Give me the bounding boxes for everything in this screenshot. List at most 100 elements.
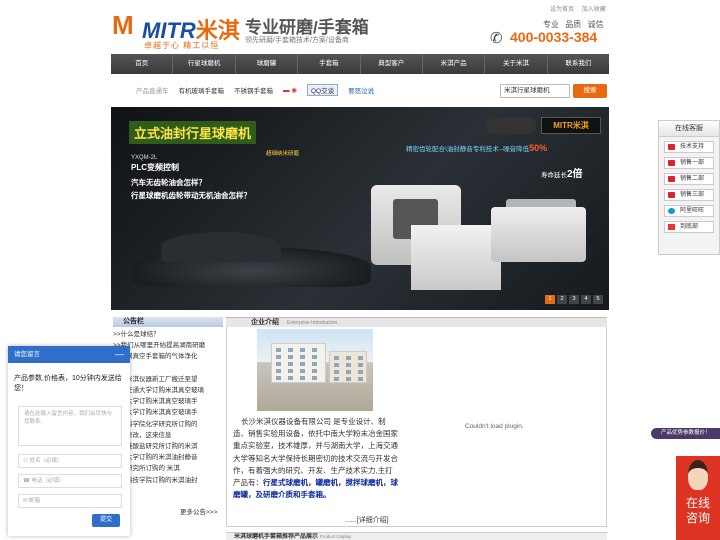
building-window [276,376,281,380]
service-to-bottom[interactable]: 到底部 [664,221,714,233]
chat-title: 请您留言 [14,351,40,358]
logo-slogan: 卓越于心 精工以恒 [144,41,220,50]
chat-email-input[interactable]: ✉ 邮箱 [18,494,122,508]
banner-page-4[interactable]: 4 [581,295,591,304]
online-line-1: 在线 [685,496,710,510]
service-aliwangwang[interactable]: 阿里旺旺 [664,205,714,217]
online-service-panel: 在线客服 技术支持 销售一部 销售二部 销售三部 阿里旺旺 到底部 [658,120,720,255]
chat-phone-placeholder: 电话（必填） [31,478,65,484]
banner-title: 立式油封行星球磨机 [129,121,257,144]
product-display-sub: Product Display [319,534,352,539]
minimize-icon[interactable]: — [115,346,124,363]
building-window [346,377,351,381]
intro-heading-text: 企业介绍 [251,319,279,326]
building-window [276,355,281,359]
mill-machine-base-image [411,225,501,290]
banner-slogan-pct: 50% [529,143,548,153]
nav-about[interactable]: 关于米淇 [485,54,548,74]
service-tech-support[interactable]: 技术支持 [664,141,714,153]
building-window [300,369,305,373]
arrow-down-icon [668,224,675,230]
building-window [346,363,351,367]
announcement-more-link[interactable]: 更多公告>>> [180,506,217,516]
building-window [334,363,339,367]
building-window [312,376,317,380]
intro-paragraph: 长沙米淇仪器设备有限公司 是专业设计、制造、销售实验用设备，依托中南大学粉末冶金… [233,417,398,488]
building-window [358,363,363,367]
qq-icon [668,144,675,150]
building-window [334,370,339,374]
building-left [271,343,326,383]
banner-page-5[interactable]: 5 [593,295,603,304]
tags-label: 产品直通车 [136,88,169,95]
announcement-heading: 公告栏 [113,317,223,327]
announcement-item[interactable]: >>什么是球结？ [113,329,223,340]
tag-steel-glovebox[interactable]: 不锈钢手套箱 [234,85,273,95]
logo-mark-icon: M [112,10,134,40]
service-label: 技术支持 [680,144,705,150]
building-window [276,362,281,366]
building-window [334,377,339,381]
building-window [288,355,293,359]
set-homepage-link[interactable]: 设为首页 [550,7,574,13]
wordpress-link[interactable]: 要怒泣说 [348,85,374,95]
banner-page-2[interactable]: 2 [557,295,567,304]
add-favorite-link[interactable]: 加入收藏 [582,7,606,13]
main-nav: 首页 行星球磨机 球磨罐 手套箱 典型客户 米淇产品 关于米淇 联系我们 [111,54,609,74]
phone-icon: ✆ [490,30,503,47]
service-sales-3[interactable]: 销售三部 [664,189,714,201]
qq-chat-button[interactable]: QQ交谈 [306,84,339,96]
company-building-photo [257,329,373,411]
building-window [300,355,305,359]
chat-message: 产品参数,价格表，10分钟内发送给您！ [14,375,122,392]
online-consult-button[interactable]: 在线 咨询 [676,456,720,540]
logo[interactable]: M MITR米淇 卓越于心 精工以恒 [112,10,242,50]
chat-email-placeholder: 邮箱 [29,498,41,504]
intro-heading: 企业介绍 Enterprise Introduction [226,317,607,327]
nav-products[interactable]: 米淇产品 [423,54,486,74]
service-sales-2[interactable]: 销售二部 [664,173,714,185]
nav-planetary-mill[interactable]: 行星球磨机 [173,54,236,74]
service-sales-1[interactable]: 销售一部 [664,157,714,169]
qq-icon [668,176,675,182]
search-button[interactable]: 搜索 [573,84,607,98]
chat-message-input[interactable]: 请在此输入留言内容，我们会尽快与您联系。 [18,406,122,446]
chat-submit-button[interactable]: 提交 [92,514,120,527]
chat-phone-input[interactable]: ☎ 电话（必填） [18,474,122,488]
building-window [276,369,281,373]
building-window [300,362,305,366]
product-display-bar: 米淇球磨机手套箱推荐产品展示 Product Display [226,532,607,540]
building-window [288,369,293,373]
nav-mill-jar[interactable]: 球磨罐 [236,54,299,74]
building-window [312,362,317,366]
building-window [276,348,281,352]
building-window [358,356,363,360]
search-input[interactable]: 米淇行星球磨机 [500,84,570,98]
car-roof-image [161,232,281,262]
chat-widget: 请您留言 — 产品参数,价格表，10分钟内发送给您！ 请在此输入留言内容，我们会尽… [8,346,130,536]
building-window [312,369,317,373]
nav-home[interactable]: 首页 [111,54,174,74]
building-window [288,362,293,366]
banner-page-3[interactable]: 3 [569,295,579,304]
chat-name-input[interactable]: ⚇ 姓名（必填） [18,454,122,468]
banner-model: YXQM-2L [131,155,158,161]
hotline-number: 400-0033-384 [510,29,598,45]
banner-life-text: 寿命延长 [541,172,567,179]
nav-contact[interactable]: 联系我们 [548,54,609,74]
banner-question-1: 汽车无齿轮油会怎样？ [131,178,206,187]
intro-more-link[interactable]: ......[详细介绍] [345,515,389,525]
gear-logo-icon [486,117,536,134]
hero-banner[interactable]: MITR米淇 立式油封行星球磨机 YXQM-2L PLC变频控制 汽车无齿轮油会… [111,107,609,310]
banner-logo: MITR米淇 [541,117,601,134]
building-window [358,377,363,381]
building-window [334,356,339,360]
tag-acrylic-glovebox[interactable]: 有机玻璃手套箱 [179,85,225,95]
banner-page-1[interactable]: 1 [545,295,555,304]
product-display-title: 米淇球磨机手套箱推荐产品展示 [234,534,319,540]
intro-heading-en: Enterprise Introduction [287,320,338,326]
nav-glovebox[interactable]: 手套箱 [298,54,361,74]
quote-pill-button[interactable]: 产品优势参数报价！ [651,428,720,439]
nav-customers[interactable]: 典型客户 [361,54,423,74]
building-right [329,351,367,383]
